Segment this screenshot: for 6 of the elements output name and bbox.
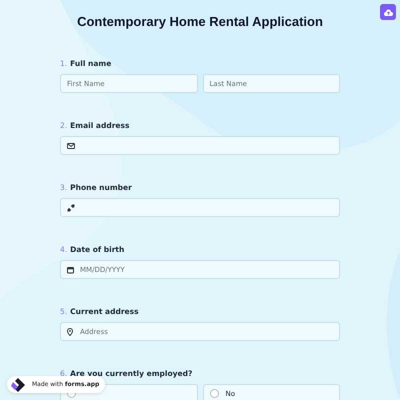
upload-button[interactable] bbox=[380, 4, 396, 20]
input-field[interactable] bbox=[60, 198, 340, 217]
cloud-icon bbox=[384, 8, 392, 16]
logo-icon bbox=[11, 378, 27, 392]
input-field[interactable] bbox=[60, 136, 340, 155]
form-title: Contemporary Home Rental Application bbox=[76, 14, 324, 30]
